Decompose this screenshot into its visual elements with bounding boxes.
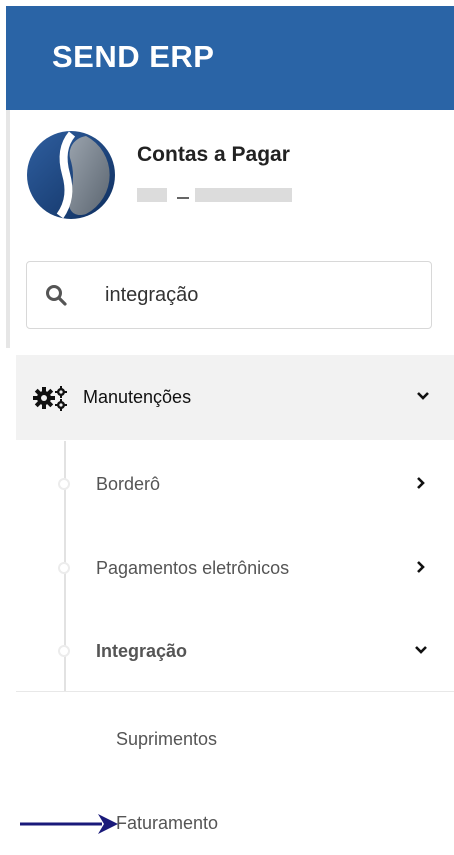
chevron-right-icon (417, 561, 425, 573)
app-header: SEND ERP (6, 6, 454, 110)
menu-item-label: Borderô (96, 474, 161, 494)
menu-item-pagamentos-eletronicos[interactable]: Pagamentos eletrônicos (16, 527, 454, 611)
tree-node-dot (58, 562, 70, 574)
chevron-right-icon (417, 477, 425, 489)
menu-subitem-faturamento[interactable]: Faturamento (116, 813, 218, 834)
gears-icon (33, 386, 67, 411)
app-title: SEND ERP (52, 39, 215, 74)
sidebar-edge (6, 110, 10, 348)
menu-item-label: Pagamentos eletrônicos (96, 558, 290, 578)
divider (16, 691, 454, 692)
search-input[interactable] (105, 280, 405, 310)
module-title: Contas a Pagar (137, 143, 290, 166)
user-name-redacted (137, 188, 292, 202)
company-logo (27, 131, 115, 219)
menu-subitem-suprimentos[interactable]: Suprimentos (116, 729, 217, 750)
annotation-arrow-icon (20, 814, 118, 834)
menu-item-integracao[interactable]: Integração (16, 610, 454, 694)
tree-node-dot (58, 645, 70, 657)
menu-item-bordero[interactable]: Borderô (16, 443, 454, 527)
search-icon (46, 285, 67, 306)
menu-item-label: Integração (96, 641, 188, 661)
chevron-down-icon (415, 646, 427, 654)
tree-node-dot (58, 478, 70, 490)
search-box[interactable] (26, 261, 432, 329)
menu-group-label: Manutenções (83, 387, 192, 407)
chevron-down-icon[interactable] (416, 389, 430, 403)
menu-group-manutencoes[interactable]: Manutenções (16, 355, 454, 440)
